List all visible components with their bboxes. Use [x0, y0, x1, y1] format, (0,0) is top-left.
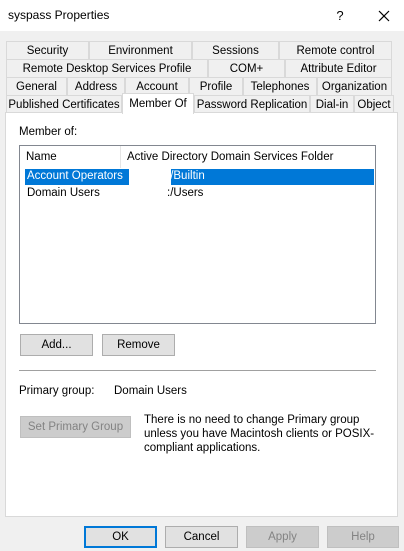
list-header: Name Active Directory Domain Services Fo… [20, 146, 375, 168]
tab-row-2: Remote Desktop Services Profile COM+ Att… [6, 59, 392, 77]
add-button[interactable]: Add... [20, 334, 93, 356]
list-row-domain-users[interactable]: Domain Users :/Users [25, 186, 374, 202]
tab-object[interactable]: Object [354, 95, 394, 113]
row-name: Domain Users [27, 187, 100, 199]
tab-member-of[interactable]: Member Of [122, 93, 194, 114]
column-header-folder[interactable]: Active Directory Domain Services Folder [121, 146, 375, 168]
tab-row-3: General Address Account Profile Telephon… [6, 77, 392, 95]
tab-com-plus[interactable]: COM+ [208, 59, 285, 77]
list-row-account-operators[interactable]: Account Operators :/Builtin [25, 169, 374, 185]
tab-security[interactable]: Security [6, 41, 89, 59]
tab-password-replication[interactable]: Password Replication [194, 95, 310, 113]
title-bar: syspass Properties ? [0, 0, 404, 31]
tab-row-1: Security Environment Sessions Remote con… [6, 41, 392, 59]
tab-telephones[interactable]: Telephones [243, 77, 317, 95]
cancel-button[interactable]: Cancel [165, 526, 238, 548]
tab-dial-in[interactable]: Dial-in [310, 95, 354, 113]
apply-button[interactable]: Apply [246, 526, 319, 548]
tab-sessions[interactable]: Sessions [192, 41, 279, 59]
close-button[interactable] [370, 3, 398, 28]
primary-group-value: Domain Users [114, 385, 187, 397]
tab-environment[interactable]: Environment [89, 41, 192, 59]
close-icon [378, 10, 390, 21]
member-of-list[interactable]: Name Active Directory Domain Services Fo… [19, 145, 376, 324]
tab-general[interactable]: General [6, 77, 67, 95]
ok-button[interactable]: OK [84, 526, 157, 548]
tab-remote-desktop-profile[interactable]: Remote Desktop Services Profile [6, 59, 208, 77]
row-folder: :/Builtin [167, 170, 205, 182]
member-of-label: Member of: [19, 126, 78, 138]
tab-attribute-editor[interactable]: Attribute Editor [285, 59, 392, 77]
remove-button[interactable]: Remove [102, 334, 175, 356]
primary-group-info: There is no need to change Primary group… [144, 414, 375, 454]
question-mark-icon: ? [336, 8, 344, 23]
window-title: syspass Properties [8, 8, 110, 22]
tab-remote-control[interactable]: Remote control [279, 41, 392, 59]
set-primary-group-button[interactable]: Set Primary Group [20, 416, 131, 438]
row-folder: :/Users [167, 187, 204, 199]
row-name: Account Operators [27, 170, 123, 182]
column-header-name[interactable]: Name [20, 146, 120, 168]
tab-address[interactable]: Address [67, 77, 125, 95]
tab-profile[interactable]: Profile [189, 77, 243, 95]
primary-group-label: Primary group: [19, 385, 95, 397]
help-title-button[interactable]: ? [326, 3, 354, 28]
separator [19, 370, 376, 371]
redacted-block [129, 169, 171, 185]
tab-organization[interactable]: Organization [317, 77, 392, 95]
tab-row-4: Published Certificates Member Of Passwor… [6, 93, 394, 114]
help-button[interactable]: Help [327, 526, 399, 548]
tab-published-certificates[interactable]: Published Certificates [6, 95, 122, 113]
